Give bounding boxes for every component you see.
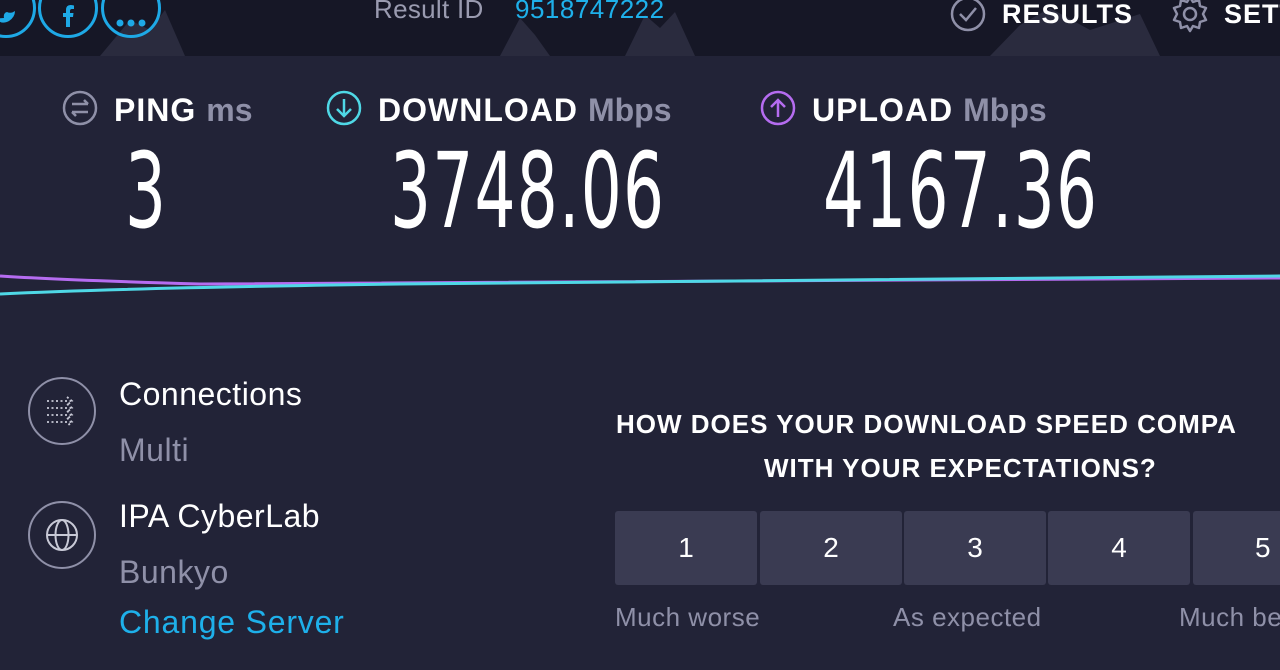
server-location: Bunkyo <box>119 554 229 590</box>
ping-metric: PING ms <box>62 90 252 130</box>
gear-icon <box>1170 0 1210 34</box>
survey-question-line1: HOW DOES YOUR DOWNLOAD SPEED COMPA <box>616 409 1237 439</box>
speed-graph <box>0 274 1280 296</box>
rating-button-2[interactable]: 2 <box>760 511 902 585</box>
result-id-label: Result ID <box>374 0 484 24</box>
result-id-link[interactable]: 9518747222 <box>515 0 665 25</box>
download-title: DOWNLOAD <box>378 91 578 128</box>
upload-value: 4167.36 <box>823 130 1099 252</box>
ping-value: 3 <box>125 130 168 252</box>
scale-label-low: Much worse <box>615 602 761 632</box>
rating-button-3[interactable]: 3 <box>904 511 1046 585</box>
globe-icon <box>28 501 96 569</box>
settings-label: SETT <box>1224 0 1280 29</box>
upload-metric: UPLOAD Mbps <box>760 90 1047 130</box>
top-bar: Result ID 9518747222 RESULTS SETT <box>0 0 1280 56</box>
rating-button-1[interactable]: 1 <box>615 511 757 585</box>
connections-value: Multi <box>119 432 190 468</box>
download-arrow-icon <box>326 90 362 130</box>
download-value: 3748.06 <box>390 130 666 252</box>
upload-title: UPLOAD <box>812 91 954 128</box>
ping-icon <box>62 90 98 130</box>
rating-button-4[interactable]: 4 <box>1048 511 1190 585</box>
download-metric: DOWNLOAD Mbps <box>326 90 672 130</box>
results-nav[interactable]: RESULTS <box>948 0 1133 34</box>
scale-label-high: Much be <box>1179 602 1280 632</box>
connections-title: Connections <box>119 376 303 412</box>
scale-label-mid: As expected <box>893 602 1042 632</box>
download-unit: Mbps <box>587 91 672 128</box>
rating-button-5[interactable]: 5 <box>1193 511 1280 585</box>
results-label: RESULTS <box>1002 0 1134 29</box>
survey-question: HOW DOES YOUR DOWNLOAD SPEED COMPA WITH … <box>616 402 1280 490</box>
upload-arrow-icon <box>760 90 796 130</box>
connections-icon <box>28 377 96 445</box>
check-circle-icon <box>948 0 988 34</box>
server-host: IPA CyberLab <box>119 498 321 534</box>
ping-unit: ms <box>206 91 253 128</box>
survey-question-line2: WITH YOUR EXPECTATIONS? <box>764 453 1157 483</box>
ping-title: PING <box>114 91 197 128</box>
change-server-link[interactable]: Change Server <box>119 604 345 641</box>
upload-unit: Mbps <box>963 91 1047 128</box>
settings-nav[interactable]: SETT <box>1170 0 1280 34</box>
